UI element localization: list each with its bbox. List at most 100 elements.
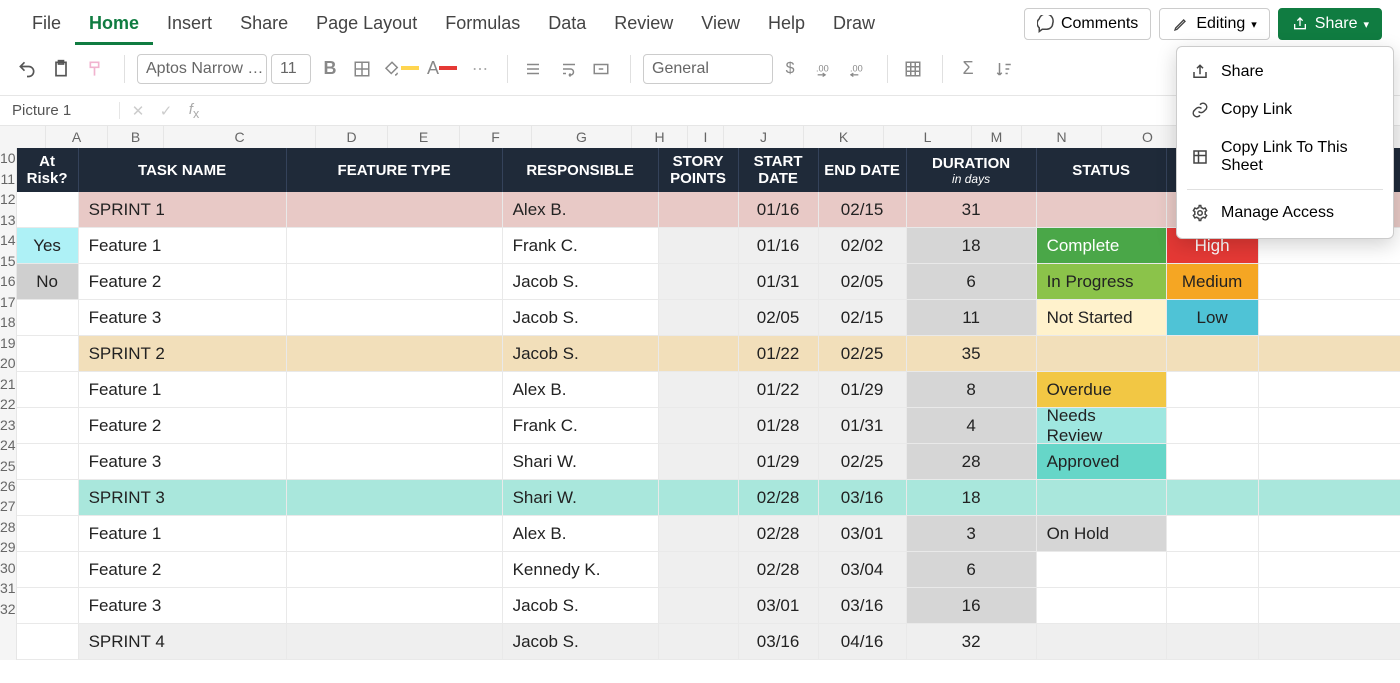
- font-size-select[interactable]: 11: [271, 54, 311, 84]
- cell[interactable]: Alex B.: [503, 192, 659, 228]
- cell[interactable]: 02/05: [739, 300, 819, 336]
- cell[interactable]: [1167, 516, 1259, 552]
- cell[interactable]: 31: [907, 192, 1037, 228]
- cell[interactable]: [17, 192, 79, 228]
- cell[interactable]: 02/02: [819, 228, 907, 264]
- task-row[interactable]: Feature 3Shari W.01/2902/2528Approved: [17, 444, 1400, 480]
- cell[interactable]: Frank C.: [503, 408, 659, 444]
- share-menu-copy-sheet-link[interactable]: Copy Link To This Sheet: [1177, 129, 1393, 185]
- cell[interactable]: [287, 408, 503, 444]
- row-number[interactable]: 23: [0, 414, 17, 434]
- cell[interactable]: [287, 300, 503, 336]
- cell[interactable]: 01/22: [739, 336, 819, 372]
- row-number[interactable]: 27: [0, 496, 17, 516]
- merge-button[interactable]: [588, 54, 618, 84]
- share-menu-share[interactable]: Share: [1177, 53, 1393, 91]
- borders-button[interactable]: [349, 54, 379, 84]
- cell[interactable]: 4: [907, 408, 1037, 444]
- cell[interactable]: [17, 300, 79, 336]
- cell[interactable]: [1259, 408, 1400, 444]
- cell[interactable]: Jacob S.: [503, 300, 659, 336]
- cell[interactable]: 02/25: [819, 444, 907, 480]
- cell[interactable]: 03/01: [739, 588, 819, 624]
- cell[interactable]: 02/25: [819, 336, 907, 372]
- row-number[interactable]: 22: [0, 394, 17, 414]
- cell[interactable]: 35: [907, 336, 1037, 372]
- row-number[interactable]: [0, 640, 17, 660]
- cell[interactable]: 01/31: [819, 408, 907, 444]
- share-menu-manage-access[interactable]: Manage Access: [1177, 194, 1393, 232]
- paste-button[interactable]: [48, 54, 78, 84]
- col-header-D[interactable]: D: [316, 126, 388, 148]
- cell[interactable]: On Hold: [1037, 516, 1167, 552]
- row-number[interactable]: 15: [0, 250, 17, 270]
- cell[interactable]: [287, 228, 503, 264]
- font-name-select[interactable]: Aptos Narrow …: [137, 54, 267, 84]
- cell[interactable]: 32: [907, 624, 1037, 660]
- sprint-row[interactable]: SPRINT 3Shari W.02/2803/1618: [17, 480, 1400, 516]
- cell[interactable]: [1259, 336, 1400, 372]
- name-box[interactable]: Picture 1: [0, 102, 120, 119]
- sprint-row[interactable]: SPRINT 2Jacob S.01/2202/2535: [17, 336, 1400, 372]
- cell[interactable]: [659, 552, 739, 588]
- row-number[interactable]: 24: [0, 435, 17, 455]
- cell[interactable]: [17, 372, 79, 408]
- row-numbers[interactable]: 1011121314151617181920212223242526272829…: [0, 148, 17, 660]
- fx-icon[interactable]: fx: [182, 101, 206, 121]
- cell[interactable]: Feature 3: [79, 444, 287, 480]
- cell[interactable]: [17, 480, 79, 516]
- cell[interactable]: [1259, 480, 1400, 516]
- cell[interactable]: 02/28: [739, 480, 819, 516]
- cell[interactable]: Medium: [1167, 264, 1259, 300]
- cell[interactable]: Shari W.: [503, 444, 659, 480]
- row-number[interactable]: 26: [0, 476, 17, 496]
- increase-decimal-button[interactable]: .00: [811, 54, 841, 84]
- wrap-text-button[interactable]: [554, 54, 584, 84]
- align-button[interactable]: [520, 54, 550, 84]
- cell[interactable]: [1167, 624, 1259, 660]
- cell[interactable]: 8: [907, 372, 1037, 408]
- cell[interactable]: Jacob S.: [503, 588, 659, 624]
- cell[interactable]: [287, 552, 503, 588]
- format-painter-button[interactable]: [82, 54, 112, 84]
- cell[interactable]: 01/29: [819, 372, 907, 408]
- cell[interactable]: 28: [907, 444, 1037, 480]
- cell[interactable]: 01/22: [739, 372, 819, 408]
- accept-formula-icon[interactable]: ✓: [154, 102, 178, 120]
- task-row[interactable]: Feature 2Kennedy K.02/2803/046: [17, 552, 1400, 588]
- row-number[interactable]: 17: [0, 291, 17, 311]
- task-row[interactable]: Feature 3Jacob S.02/0502/1511Not Started…: [17, 300, 1400, 336]
- cell[interactable]: 01/16: [739, 192, 819, 228]
- cell[interactable]: Jacob S.: [503, 264, 659, 300]
- row-number[interactable]: 12: [0, 189, 17, 209]
- cell[interactable]: Not Started: [1037, 300, 1167, 336]
- cell[interactable]: Alex B.: [503, 372, 659, 408]
- task-row[interactable]: Feature 3Jacob S.03/0103/1616: [17, 588, 1400, 624]
- cell[interactable]: [287, 516, 503, 552]
- cell[interactable]: Feature 2: [79, 552, 287, 588]
- cell[interactable]: [287, 480, 503, 516]
- cell[interactable]: Feature 3: [79, 300, 287, 336]
- row-number[interactable]: 16: [0, 271, 17, 291]
- cell[interactable]: [659, 264, 739, 300]
- cell[interactable]: [17, 336, 79, 372]
- task-row[interactable]: Feature 1Alex B.02/2803/013On Hold: [17, 516, 1400, 552]
- cell[interactable]: 3: [907, 516, 1037, 552]
- cell[interactable]: 01/28: [739, 408, 819, 444]
- cell[interactable]: 03/16: [819, 588, 907, 624]
- col-header-I[interactable]: I: [688, 126, 724, 148]
- cell[interactable]: [1259, 444, 1400, 480]
- cell[interactable]: [659, 516, 739, 552]
- cell[interactable]: [287, 336, 503, 372]
- cell[interactable]: 01/31: [739, 264, 819, 300]
- cell[interactable]: [287, 588, 503, 624]
- cell[interactable]: [287, 372, 503, 408]
- cell[interactable]: 03/04: [819, 552, 907, 588]
- cell[interactable]: Shari W.: [503, 480, 659, 516]
- sprint-row[interactable]: SPRINT 4Jacob S.03/1604/1632: [17, 624, 1400, 660]
- share-button[interactable]: Share: [1278, 8, 1382, 40]
- cell[interactable]: [287, 192, 503, 228]
- currency-button[interactable]: $: [777, 54, 807, 84]
- share-menu-copy-link[interactable]: Copy Link: [1177, 91, 1393, 129]
- row-number[interactable]: 32: [0, 599, 17, 619]
